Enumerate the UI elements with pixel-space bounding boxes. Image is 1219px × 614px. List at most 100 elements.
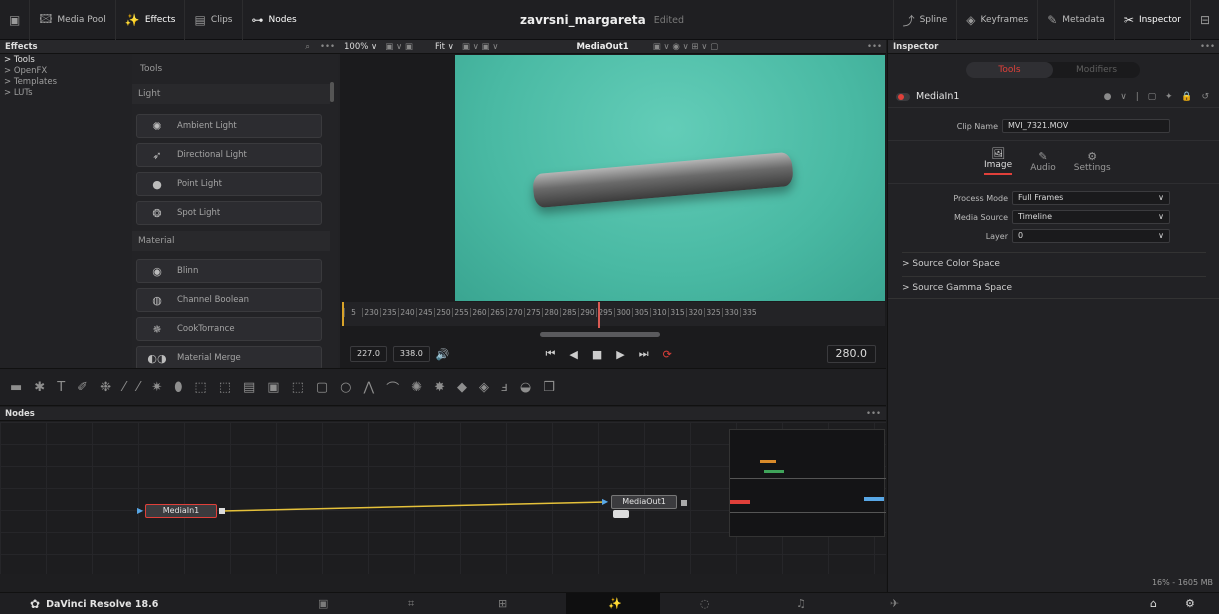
particle-emitter-icon[interactable]: ✸ (434, 380, 445, 395)
color-page-icon[interactable]: ◌ (700, 597, 710, 610)
tool-ambient-light[interactable]: ✺ Ambient Light (136, 114, 322, 138)
paint-tool-icon[interactable]: ✱ (34, 380, 45, 395)
clips-button[interactable]: ▤ Clips (185, 0, 243, 40)
subtab-audio[interactable]: ✎ Audio (1030, 150, 1056, 173)
clip-name-field[interactable]: MVI_7321.MOV (1002, 119, 1170, 133)
tool-material-merge[interactable]: ◐◑ Material Merge (136, 346, 322, 370)
particles-tool-icon[interactable]: ❉ (100, 380, 111, 395)
fit-select[interactable]: Fit ∨ (435, 42, 454, 52)
node-output-port[interactable] (219, 508, 225, 514)
camera-3d-icon[interactable]: ◈ (479, 380, 489, 395)
node-viewer-indicator[interactable] (613, 510, 629, 518)
cut-page-icon[interactable]: ⌗ (408, 597, 414, 611)
playhead-line[interactable] (598, 302, 600, 328)
polygon-mask-icon[interactable]: ⋀ (364, 380, 375, 395)
bspline-mask-icon[interactable]: ⌒ (386, 378, 399, 397)
node-minimap[interactable] (729, 429, 886, 537)
nodes-button[interactable]: ⊶ Nodes (243, 0, 306, 40)
audio-icon[interactable]: 🔊 (436, 348, 450, 361)
search-icon[interactable]: ⌕ (305, 42, 310, 52)
audio-tab-icon: ✎ (1038, 149, 1048, 163)
node-header-icons[interactable]: ● ∨ | ▢ ✦ 🔒 ↺ (1104, 92, 1212, 102)
tree-item-templates[interactable]: > Templates (0, 77, 130, 88)
fullscreen-button[interactable]: ⊟ (1191, 0, 1219, 40)
go-to-start-icon[interactable]: ⏮ (546, 347, 556, 361)
keyframes-button[interactable]: ◈ Keyframes (957, 0, 1039, 40)
metadata-button[interactable]: ✎ Metadata (1038, 0, 1115, 40)
go-to-end-icon[interactable]: ⏭ (639, 347, 649, 361)
tree-item-openfx[interactable]: > OpenFX (0, 66, 130, 77)
layer-select[interactable]: 0 ∨ (1012, 229, 1170, 243)
rectangle-mask-icon[interactable]: ▢ (316, 380, 328, 395)
node-extra-port[interactable] (681, 500, 687, 506)
in-point-field[interactable]: 227.0 (350, 346, 387, 362)
timeline-ruler[interactable]: 5 230 235 240 245 250 255 260 265 270 275 280 285 290… (342, 302, 885, 326)
drop-tool-icon[interactable]: ⬮ (174, 380, 182, 395)
shape-3d-icon[interactable]: ◆ (457, 380, 467, 395)
stop-icon[interactable]: ■ (592, 348, 602, 361)
node-mediaout1[interactable]: MediaOut1 (611, 495, 677, 509)
stroke-tool-icon[interactable]: ⁄ (137, 380, 139, 395)
light-3d-icon[interactable]: ◒ (520, 380, 531, 395)
play-icon[interactable]: ▶ (616, 348, 624, 361)
subtab-image[interactable]: 🖼 Image (984, 147, 1013, 175)
play-reverse-icon[interactable]: ◀ (569, 348, 577, 361)
spline-button[interactable]: ⤴ Spline (892, 0, 958, 40)
out-point-field[interactable]: 338.0 (392, 346, 430, 362)
tracker-tool-icon[interactable]: ✺ (411, 380, 422, 395)
channel-options-icon[interactable]: ▣ ∨ ▣ ∨ (462, 42, 499, 52)
viewer-tools-icon[interactable]: ▣ ∨ ◉ ∨ ⊞ ∨ ▢ (653, 42, 718, 52)
light-tool-icon[interactable]: ✷ (151, 380, 162, 395)
merge-tool-icon[interactable]: ⬚ (194, 380, 206, 395)
zoom-select[interactable]: 100% ∨ (344, 42, 377, 52)
tab-modifiers[interactable]: Modifiers (1053, 62, 1140, 78)
tool-point-light[interactable]: ● Point Light (136, 172, 322, 196)
inspector-more-icon[interactable]: ••• (1200, 42, 1215, 52)
tool-channel-boolean[interactable]: ◍ Channel Boolean (136, 288, 322, 312)
home-icon[interactable]: ⌂ (1150, 597, 1157, 610)
tree-item-luts[interactable]: > LUTs (0, 88, 130, 99)
node-mediain1[interactable]: MediaIn1 (145, 504, 217, 518)
background-tool-icon[interactable]: ▬ (10, 380, 22, 395)
effects-button[interactable]: ✨ Effects (116, 0, 186, 40)
tool-blinn[interactable]: ◉ Blinn (136, 259, 322, 283)
loop-icon[interactable]: ⟳ (663, 348, 672, 361)
viewer-more-icon[interactable]: ••• (867, 42, 882, 52)
viewer-image[interactable] (455, 55, 885, 301)
matte-tool-icon[interactable]: ▤ (243, 380, 255, 395)
brush-tool-icon[interactable]: ✐ (77, 380, 88, 395)
node-color-dot[interactable] (896, 92, 910, 101)
subtab-settings[interactable]: ⚙ Settings (1074, 150, 1111, 173)
media-source-select[interactable]: Timeline ∨ (1012, 210, 1170, 224)
edit-page-icon[interactable]: ⊞ (498, 597, 507, 610)
media-pool-button[interactable]: 🖾 Media Pool (30, 0, 116, 40)
tool-spot-light[interactable]: ❂ Spot Light (136, 201, 322, 225)
source-gamma-space-section[interactable]: > Source Gamma Space (902, 276, 1206, 298)
timeline-scrollbar[interactable] (540, 332, 660, 337)
tool-directional-light[interactable]: ➶ Directional Light (136, 143, 322, 167)
crop-tool-icon[interactable]: ⬚ (292, 380, 304, 395)
blur-tool-icon[interactable]: ⁄ (123, 380, 125, 395)
more-options-icon[interactable]: ••• (320, 42, 335, 52)
text-tool-icon[interactable]: T (57, 380, 65, 395)
list-scrollbar[interactable] (330, 82, 334, 102)
current-frame-field[interactable]: 280.0 (826, 345, 876, 363)
tool-cooktorrance[interactable]: ✵ CookTorrance (136, 317, 322, 341)
transform-tool-icon[interactable]: ▣ (267, 380, 279, 395)
dissolve-tool-icon[interactable]: ⬚ (219, 380, 231, 395)
panel-toggle-button[interactable]: ▣ (0, 0, 31, 40)
render-3d-icon[interactable]: ❒ (543, 380, 555, 395)
text-3d-icon[interactable]: ⅎ (501, 380, 508, 395)
process-mode-select[interactable]: Full Frames ∨ (1012, 191, 1170, 205)
fairlight-page-icon[interactable]: ♫ (796, 597, 806, 610)
source-color-space-section[interactable]: > Source Color Space (902, 252, 1206, 274)
media-page-icon[interactable]: ▣ (318, 597, 328, 610)
fusion-page-button[interactable]: ✨ (566, 593, 660, 614)
viewer-options-icon[interactable]: ▣ ∨ ▣ (385, 42, 413, 52)
inspector-button[interactable]: ✂ Inspector (1115, 0, 1191, 40)
deliver-page-icon[interactable]: ✈ (890, 597, 899, 610)
tree-item-tools[interactable]: > Tools (0, 55, 130, 66)
ellipse-mask-icon[interactable]: ○ (340, 380, 351, 395)
tab-tools[interactable]: Tools (966, 62, 1053, 78)
settings-gear-icon[interactable]: ⚙ (1185, 597, 1195, 610)
